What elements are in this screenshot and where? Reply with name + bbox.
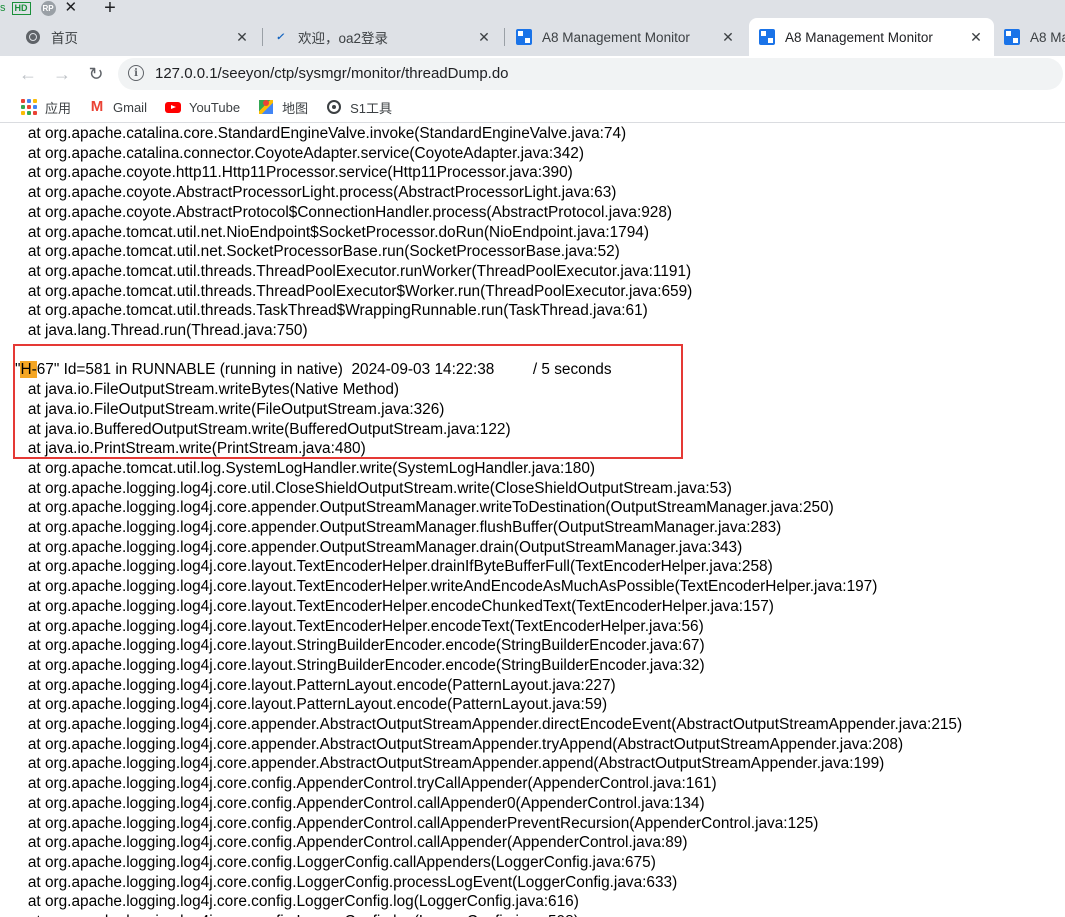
bookmark-label: 应用: [45, 100, 72, 116]
tab-close-icon[interactable]: ✕: [966, 29, 986, 46]
tab-close-icon[interactable]: ✕: [232, 29, 252, 46]
stack-frame-line: at org.apache.logging.log4j.core.config.…: [15, 794, 705, 812]
bookmark-maps[interactable]: 地图: [258, 98, 308, 117]
address-bar[interactable]: i 127.0.0.1/seeyon/ctp/sysmgr/monitor/th…: [118, 58, 1063, 90]
tab-label: A8 Ma: [1030, 29, 1065, 45]
stack-frame-line: at org.apache.tomcat.util.log.SystemLogH…: [15, 459, 596, 477]
stack-frame-line: at org.apache.logging.log4j.core.layout.…: [15, 656, 705, 674]
tab-separator: [504, 28, 505, 46]
stack-frame-line: at java.io.BufferedOutputStream.write(Bu…: [15, 420, 511, 438]
forward-button[interactable]: →: [48, 60, 76, 88]
stack-frame-line: at org.apache.catalina.connector.CoyoteA…: [15, 144, 584, 162]
tab-home[interactable]: 首页 ✕: [15, 20, 260, 54]
stack-frame-line: at org.apache.logging.log4j.core.config.…: [15, 912, 579, 917]
stack-frame-line: at java.io.FileOutputStream.writeBytes(N…: [15, 381, 400, 399]
stack-frame-line: at org.apache.logging.log4j.core.layout.…: [15, 578, 878, 596]
tab-close-icon[interactable]: ✕: [474, 29, 494, 46]
stack-frame-line: at org.apache.logging.log4j.core.config.…: [15, 853, 656, 871]
a8-logo-icon: [516, 29, 532, 45]
stack-frame-line: at org.apache.tomcat.util.net.SocketProc…: [15, 243, 620, 261]
stack-frame-line: at org.apache.logging.log4j.core.config.…: [15, 834, 688, 852]
info-icon[interactable]: i: [128, 65, 144, 81]
tab-oa2-login[interactable]: ✓ 欢迎，oa2登录 ✕: [262, 20, 502, 54]
globe-icon: [25, 29, 41, 45]
stack-frame-line: at org.apache.logging.log4j.core.config.…: [15, 814, 819, 832]
stack-frame-line: at org.apache.logging.log4j.core.appende…: [15, 538, 743, 556]
bookmarks-bar: 应用 M Gmail YouTube 地图 S1工具: [0, 92, 1065, 123]
browser-toolbar: ← → ↻ i 127.0.0.1/seeyon/ctp/sysmgr/moni…: [0, 56, 1065, 92]
tab-label: A8 Management Monitor: [785, 29, 933, 45]
tab-label: 欢迎，oa2登录: [298, 31, 389, 46]
bookmark-label: S1工具: [350, 100, 392, 116]
oa-logo-icon: ✓: [275, 31, 285, 43]
new-tab-button[interactable]: +: [104, 0, 116, 18]
close-icon[interactable]: ✕: [65, 0, 78, 15]
s-extension-icon[interactable]: s: [0, 2, 6, 14]
stack-frame-line: at java.lang.Thread.run(Thread.java:750): [15, 322, 308, 339]
rp-extension-icon[interactable]: RP: [40, 0, 56, 16]
stack-frame-line: at org.apache.logging.log4j.core.appende…: [15, 716, 963, 733]
apps-grid-icon: [21, 99, 37, 115]
stack-frame-line: at org.apache.logging.log4j.core.config.…: [15, 893, 579, 911]
tab-close-icon[interactable]: ✕: [718, 29, 738, 46]
stack-frame-line: at org.apache.tomcat.util.threads.Thread…: [15, 262, 692, 280]
stack-frame-line: at java.io.FileOutputStream.write(FileOu…: [15, 400, 445, 418]
stack-frame-line: at org.apache.coyote.AbstractProtocol$Co…: [15, 203, 673, 221]
tab-label: A8 Management Monitor: [542, 29, 690, 45]
stack-frame-line: at org.apache.coyote.AbstractProcessorLi…: [15, 184, 617, 202]
stack-frame-line: at org.apache.logging.log4j.core.layout.…: [15, 637, 705, 655]
stack-frame-line: at org.apache.logging.log4j.core.layout.…: [15, 597, 774, 615]
search-highlight: H-: [20, 361, 37, 379]
stack-frame-line: at org.apache.logging.log4j.core.layout.…: [15, 676, 616, 694]
a8-logo-icon: [759, 29, 775, 45]
bookmark-apps[interactable]: 应用: [21, 98, 71, 117]
thread-header: "H-67" Id=581 in RUNNABLE (running in na…: [15, 360, 612, 380]
stack-frame-line: at org.apache.logging.log4j.core.appende…: [15, 755, 885, 773]
s1-icon: [326, 99, 342, 115]
tab-a8-monitor-partial[interactable]: A8 Ma: [994, 20, 1065, 54]
tab-label: 首页: [51, 31, 78, 46]
tab-a8-monitor[interactable]: A8 Management Monitor ✕: [506, 20, 746, 54]
stack-frame-line: at org.apache.catalina.core.StandardEngi…: [15, 125, 627, 142]
thread-dump-content: "H-67" Id=581 in RUNNABLE (running in na…: [0, 123, 1065, 917]
bookmark-label: 地图: [282, 100, 309, 116]
stack-frame-line: at org.apache.logging.log4j.core.util.Cl…: [15, 479, 732, 497]
bookmark-label: YouTube: [188, 99, 241, 115]
thread-header-text: 67" Id=581 in RUNNABLE (running in nativ…: [36, 361, 612, 379]
stack-frame-line: at org.apache.logging.log4j.core.layout.…: [15, 617, 704, 635]
url-text[interactable]: 127.0.0.1/seeyon/ctp/sysmgr/monitor/thre…: [155, 65, 509, 82]
bookmark-label: Gmail: [113, 99, 147, 115]
reload-button[interactable]: ↻: [82, 60, 110, 88]
stack-frame-line: at org.apache.logging.log4j.core.layout.…: [15, 696, 608, 714]
a8-logo-icon: [1004, 29, 1020, 45]
bookmark-s1-tools[interactable]: S1工具: [326, 98, 392, 117]
stack-frame-line: at org.apache.tomcat.util.net.NioEndpoin…: [15, 223, 649, 241]
maps-icon: [258, 99, 274, 115]
bookmark-gmail[interactable]: M Gmail: [89, 99, 147, 115]
stack-frame-line: at org.apache.logging.log4j.core.layout.…: [15, 558, 773, 576]
stack-frame-line: at java.io.PrintStream.write(PrintStream…: [15, 440, 366, 458]
stack-frame-line: at org.apache.tomcat.util.threads.TaskTh…: [15, 302, 648, 320]
tab-a8-monitor-active[interactable]: A8 Management Monitor ✕: [749, 18, 994, 56]
tab-strip: s HD RP ✕ + 首页 ✕ ✓ 欢迎，oa2登录 ✕ A8 Managem…: [0, 0, 1065, 56]
bookmark-youtube[interactable]: YouTube: [164, 99, 241, 115]
stack-frame-line: at org.apache.logging.log4j.core.appende…: [15, 519, 782, 536]
stack-frame-line: at org.apache.tomcat.util.threads.Thread…: [15, 282, 693, 300]
stack-frame-line: at org.apache.logging.log4j.core.config.…: [15, 775, 717, 793]
stack-frame-line: at org.apache.logging.log4j.core.config.…: [15, 873, 678, 891]
stack-frame-line: at org.apache.logging.log4j.core.appende…: [15, 499, 834, 517]
stack-frame-line: at org.apache.logging.log4j.core.appende…: [15, 735, 904, 753]
top-extension-icons: s HD RP ✕ +: [0, 0, 116, 18]
back-button[interactable]: ←: [14, 60, 42, 88]
stack-frame-line: at org.apache.coyote.http11.Http11Proces…: [15, 164, 573, 182]
youtube-icon: [164, 99, 181, 115]
hd-extension-icon[interactable]: HD: [11, 1, 31, 15]
gmail-icon: M: [90, 98, 104, 115]
